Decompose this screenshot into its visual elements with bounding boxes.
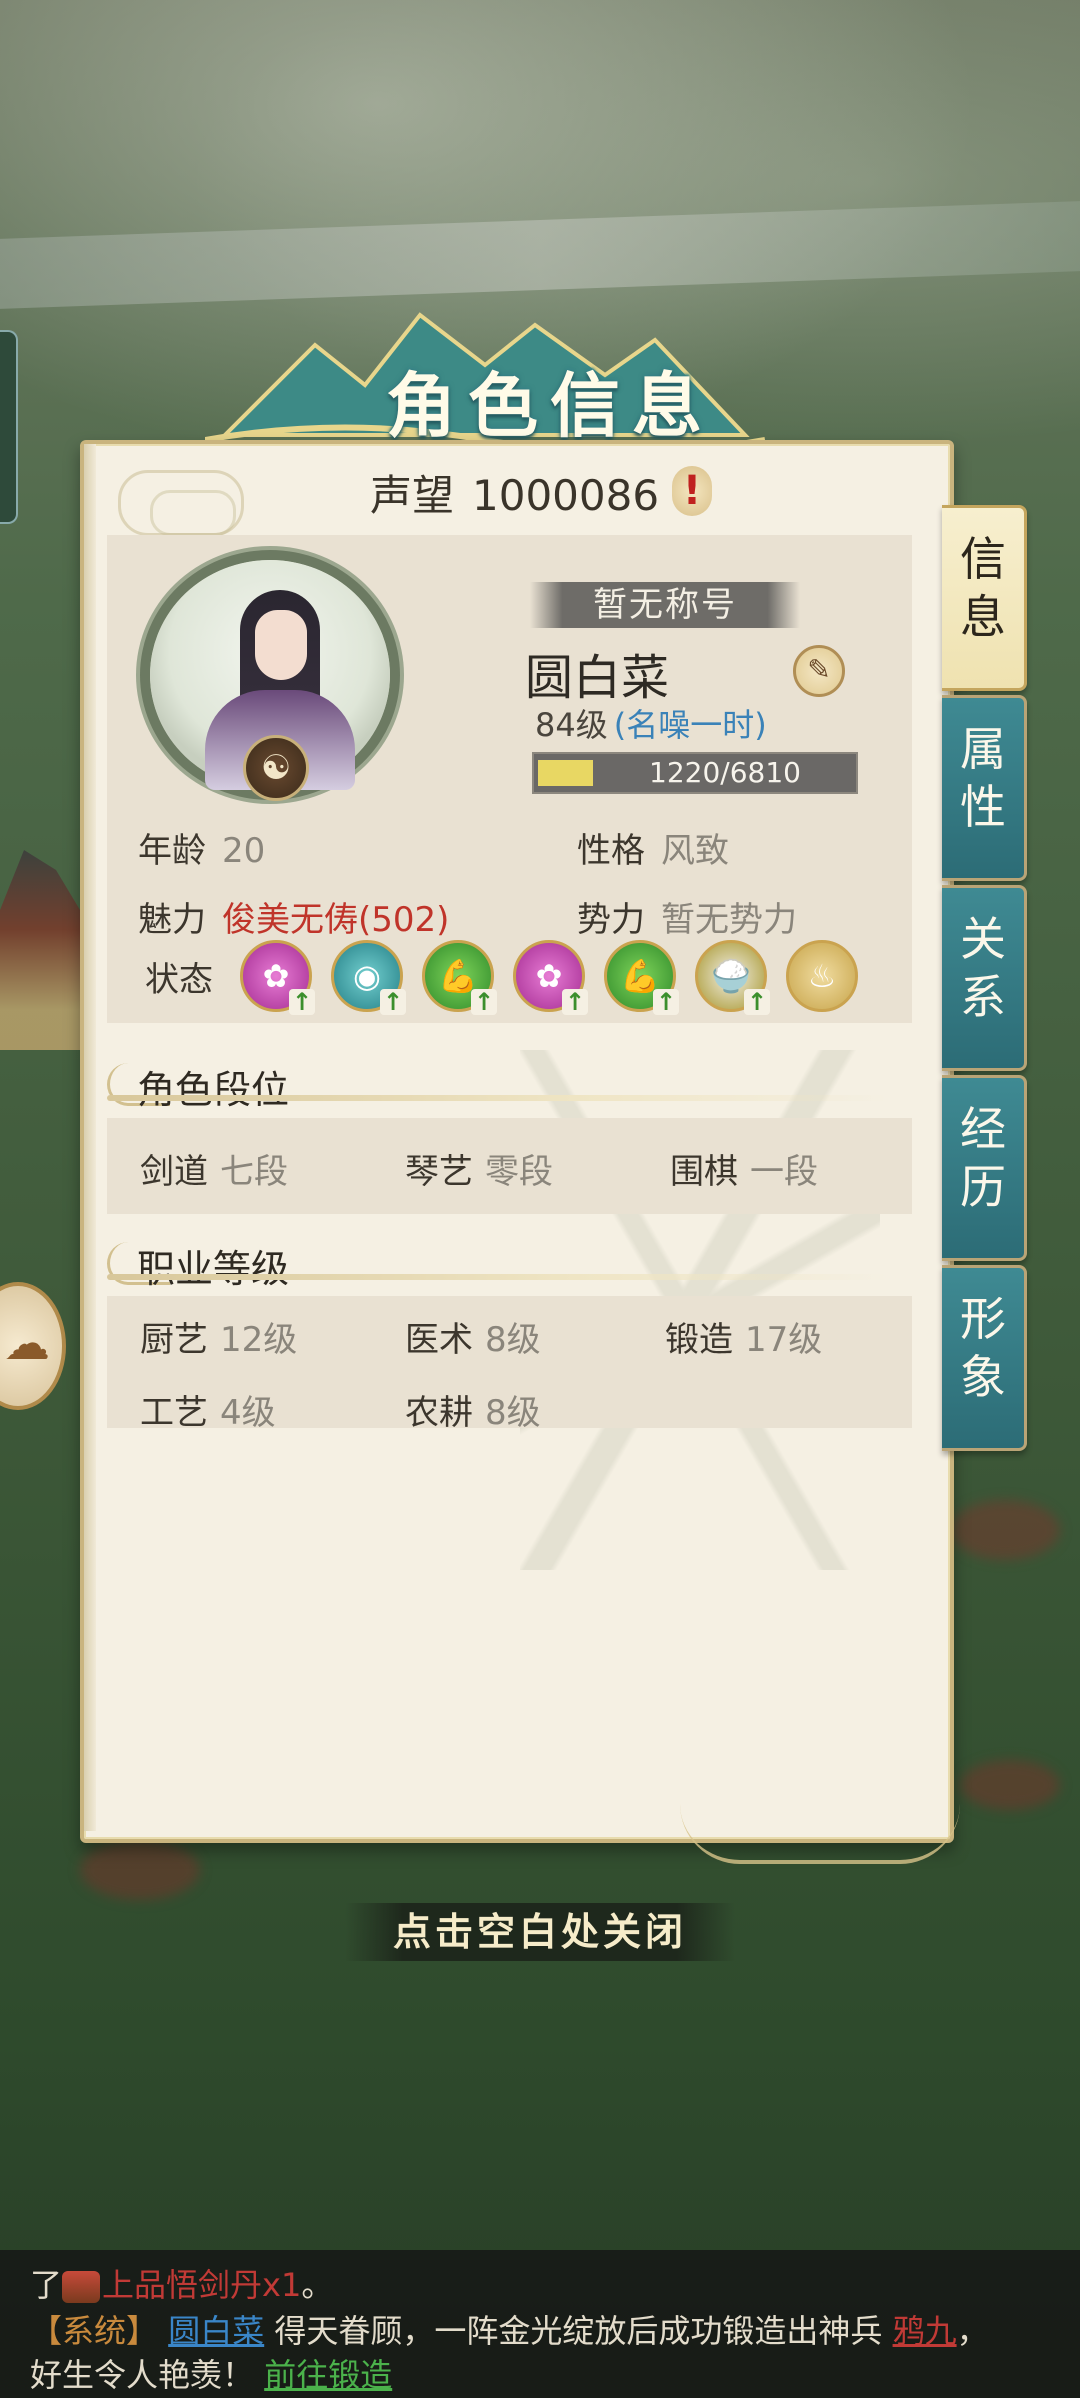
chat-panel[interactable]: 了上品悟剑丹x1。 【系统】 圆白菜 得天眷顾，一阵金光绽放后成功锻造出神兵 鸦… bbox=[0, 2250, 1080, 2398]
career-item-craft: 工艺 4级 bbox=[140, 1393, 276, 1433]
tab-appearance[interactable]: 形象 bbox=[942, 1265, 1027, 1451]
chat-line-2: 【系统】 圆白菜 得天眷顾，一阵金光绽放后成功锻造出神兵 鸦九， bbox=[30, 2312, 989, 2350]
fame-rank: (名噪一时) bbox=[613, 706, 767, 744]
panel-bottom-ornament bbox=[680, 1800, 960, 1864]
stat-age: 年龄 20 bbox=[138, 823, 265, 872]
careers-section-header: 职业等级 bbox=[107, 1234, 887, 1291]
stat-personality-value: 风致 bbox=[661, 831, 729, 871]
reputation: 声望 1000086 bbox=[370, 462, 659, 523]
sect-badge-icon[interactable]: ☯ bbox=[243, 735, 309, 801]
strength-buff-icon[interactable]: 💪 ↑ bbox=[422, 940, 497, 1015]
stat-faction-value: 暂无势力 bbox=[661, 900, 797, 940]
strength-buff-icon-2[interactable]: 💪 ↑ bbox=[604, 940, 679, 1015]
background-flowers-3 bbox=[960, 1760, 1060, 1810]
stat-charm-value: 俊美无俦(502) bbox=[222, 900, 450, 940]
tab-attributes[interactable]: 属性 bbox=[942, 695, 1027, 881]
buff-up-arrow-icon: ↑ bbox=[289, 989, 315, 1015]
careers-section-title: 职业等级 bbox=[137, 1247, 290, 1291]
career-item-farming: 农耕 8级 bbox=[405, 1393, 541, 1433]
background-pavilion bbox=[0, 850, 80, 1050]
career-item-medicine: 医术 8级 bbox=[405, 1320, 541, 1360]
stat-age-value: 20 bbox=[222, 831, 266, 871]
experience-bar: 1220/6810 bbox=[532, 752, 858, 794]
tab-relations[interactable]: 关系 bbox=[942, 885, 1027, 1071]
experience-text: 1220/6810 bbox=[649, 756, 801, 789]
career-item-forging: 锻造 17级 bbox=[665, 1320, 823, 1360]
stat-personality-label: 性格 bbox=[577, 831, 645, 871]
buff-up-arrow-icon: ↑ bbox=[380, 989, 406, 1015]
tab-info-label: 信息 bbox=[960, 532, 1006, 644]
rank-item-qin: 琴艺 零段 bbox=[405, 1152, 553, 1192]
left-chat-bubble-button[interactable]: ☁ bbox=[0, 1282, 66, 1410]
chat-system-tag: 【系统】 bbox=[30, 2312, 159, 2350]
tab-info[interactable]: 信息 bbox=[942, 505, 1027, 691]
reputation-alert-icon[interactable]: ! bbox=[672, 466, 712, 516]
section-divider bbox=[107, 1274, 887, 1280]
tab-attributes-label: 属性 bbox=[960, 722, 1006, 834]
character-name: 圆白菜 bbox=[525, 650, 670, 706]
buff-up-arrow-icon: ↑ bbox=[653, 989, 679, 1015]
blossom-buff-icon[interactable]: ✿ ↑ bbox=[240, 940, 315, 1015]
buff-up-arrow-icon: ↑ bbox=[471, 989, 497, 1015]
background-flowers bbox=[80, 1840, 200, 1900]
eye-buff-icon[interactable]: ◉ ↑ bbox=[331, 940, 406, 1015]
blossom-buff-icon-2[interactable]: ✿ ↑ bbox=[513, 940, 588, 1015]
buff-up-arrow-icon: ↑ bbox=[562, 989, 588, 1015]
character-level: 84级 bbox=[535, 706, 608, 744]
ranks-section-header: 角色段位 bbox=[107, 1055, 887, 1112]
stat-charm: 魅力 俊美无俦(502) bbox=[138, 892, 449, 941]
portrait-face bbox=[255, 610, 307, 680]
tab-appearance-label: 形象 bbox=[960, 1292, 1006, 1404]
stat-faction: 势力 暂无势力 bbox=[577, 892, 797, 941]
buff-up-arrow-icon: ↑ bbox=[744, 989, 770, 1015]
ranks-section-title: 角色段位 bbox=[137, 1068, 290, 1112]
stat-personality: 性格 风致 bbox=[577, 823, 729, 872]
tab-experience-label: 经历 bbox=[960, 1102, 1006, 1214]
tab-relations-label: 关系 bbox=[960, 912, 1006, 1024]
background-flowers-2 bbox=[950, 1500, 1060, 1560]
tab-experience[interactable]: 经历 bbox=[942, 1075, 1027, 1261]
character-title-plate: 暂无称号 bbox=[530, 582, 800, 628]
chat-line-3: 好生令人艳羡！ 前往锻造 bbox=[30, 2356, 393, 2394]
stat-faction-label: 势力 bbox=[577, 900, 645, 940]
reputation-label: 声望 bbox=[370, 471, 455, 520]
pill-item-icon bbox=[62, 2271, 101, 2303]
career-item-cooking: 厨艺 12级 bbox=[140, 1320, 298, 1360]
section-divider bbox=[107, 1095, 887, 1101]
chat-bubble-icon: ☁ bbox=[4, 1316, 50, 1370]
chat-username-link[interactable]: 圆白菜 bbox=[168, 2312, 264, 2350]
panel-scroll-edge bbox=[84, 444, 96, 1831]
go-forging-link[interactable]: 前往锻造 bbox=[264, 2356, 392, 2394]
stat-status-label: 状态 bbox=[145, 960, 213, 1000]
edit-name-brush-icon[interactable]: ✎ bbox=[793, 645, 845, 697]
cloud-decoration-2 bbox=[150, 490, 236, 536]
food-bowl-buff-icon[interactable]: 🍚 ↑ bbox=[695, 940, 770, 1015]
page-title: 角色信息 bbox=[386, 364, 714, 447]
stat-charm-label: 魅力 bbox=[138, 900, 206, 940]
stat-status: 状态 bbox=[145, 952, 229, 1001]
left-edge-tab[interactable] bbox=[0, 330, 18, 524]
chat-line-1: 了上品悟剑丹x1。 bbox=[30, 2266, 334, 2304]
reputation-value: 1000086 bbox=[472, 471, 660, 520]
steam-buff-icon[interactable]: ♨ bbox=[786, 940, 858, 1012]
chat-weapon-link[interactable]: 鸦九 bbox=[893, 2312, 957, 2350]
rank-item-sword: 剑道 七段 bbox=[140, 1152, 288, 1192]
stat-age-label: 年龄 bbox=[138, 831, 206, 871]
close-hint-button[interactable]: 点击空白处关闭 bbox=[345, 1903, 735, 1961]
chat-item-name[interactable]: 上品悟剑丹x1 bbox=[102, 2266, 301, 2304]
rank-item-go: 围棋 一段 bbox=[670, 1152, 818, 1192]
character-level-line: 84级 (名噪一时) bbox=[535, 700, 767, 746]
